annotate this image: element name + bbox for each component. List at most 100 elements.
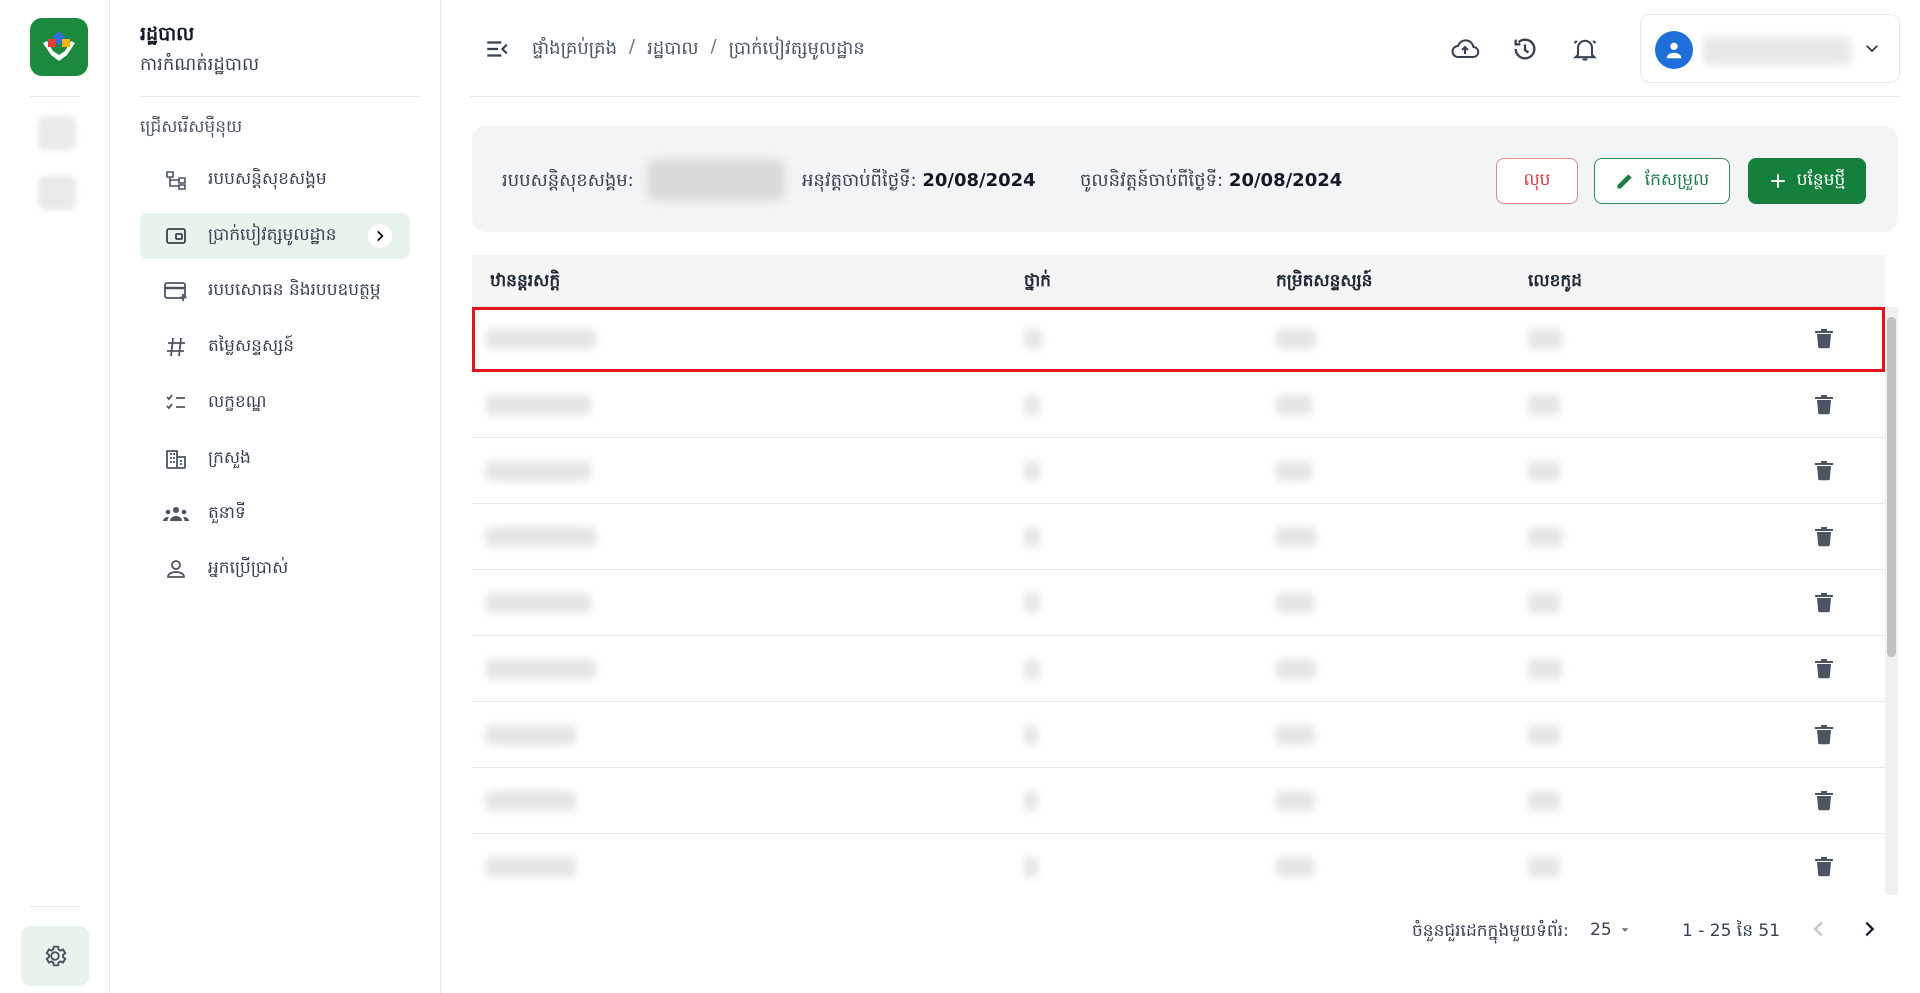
delete-row-button[interactable] [1812,855,1836,879]
pencil-icon [1617,174,1632,189]
table-header: ឋានន្តរសក្តិ ថ្នាក់ កម្រិតសន្ទស្សន៍ លេខក… [472,255,1885,307]
delete-button[interactable]: លុប [1496,158,1578,204]
table-row[interactable] [472,637,1885,702]
delete-row-button[interactable] [1812,327,1836,351]
table-row[interactable] [472,835,1885,895]
checklist-icon [162,389,190,417]
menu-item-base-salary[interactable]: ប្រាក់បៀវត្សមូលដ្ឋាន [140,213,410,259]
cell-code-blurred [1528,461,1560,481]
menu-open-icon [487,41,508,57]
panel-title: រដ្ឋបាល [140,23,195,45]
cell-code-blurred [1528,593,1560,613]
table-row[interactable] [472,307,1885,372]
delete-row-button[interactable] [1812,393,1836,417]
menu-item-label: ប្រាក់បៀវត្សមូលដ្ឋាន [208,224,337,245]
rail-item-blurred[interactable] [38,176,76,210]
enforce-date-value: 20/08/2024 [1228,170,1343,191]
hierarchy-icon [162,166,190,194]
rows-per-page-label: ចំនួនជួរដេកក្នុងមួយទំព័រ: [1412,921,1569,941]
app-logo[interactable] [30,18,88,76]
delete-row-button[interactable] [1812,459,1836,483]
settings-button[interactable] [21,926,89,986]
breadcrumb-dashboard[interactable]: ផ្ទាំងគ្រប់គ្រង [532,36,617,63]
menu-item-conditions[interactable]: លក្ខខណ្ឌ [140,380,410,426]
menu-item-pension[interactable]: របបសោធន និងរបបឧបត្ថម្ភ [140,268,410,314]
rail-divider [30,906,80,907]
previous-page-button[interactable] [1808,918,1830,944]
trash-icon [1815,791,1833,811]
cell-rank-blurred [486,857,576,877]
breadcrumb-admin[interactable]: រដ្ឋបាល [647,36,698,63]
breadcrumb-current: ប្រាក់បៀវត្សមូលដ្ឋាន [728,38,865,59]
user-icon [162,555,190,583]
menu-item-label: របបសោធន និងរបបឧបត្ថម្ភ [208,279,381,300]
cell-class-blurred [1024,593,1040,613]
rail-item-blurred[interactable] [38,116,76,150]
rows-per-page-select[interactable]: 25 [1590,920,1632,940]
notifications-button[interactable] [1570,34,1600,64]
history-button[interactable] [1510,34,1540,64]
cell-class-blurred [1024,791,1038,811]
column-header-index-level[interactable]: កម្រិតសន្ទស្សន៍ [1276,270,1372,295]
gear-icon [45,945,67,967]
table-row[interactable] [472,439,1885,504]
column-header-rank[interactable]: ឋានន្តរសក្តិ [490,270,560,295]
menu-collapse-button[interactable] [484,36,510,66]
trash-icon [1815,659,1833,679]
cell-code-blurred [1528,659,1562,679]
menu-item-ministry[interactable]: ក្រសួង [140,436,410,482]
column-header-code[interactable]: លេខកូដ [1528,270,1582,295]
wallet-icon [162,222,190,250]
plus-icon [1770,174,1785,188]
delete-row-button[interactable] [1812,657,1836,681]
menu-item-label: តួនាទី [208,502,246,523]
cell-index-blurred [1276,329,1316,349]
chevron-right-icon [368,224,392,248]
cell-rank-blurred [486,659,596,679]
admin-submenu: រដ្ឋបាល ការកំណត់រដ្ឋបាល ជ្រើសរើសម៉ឺនុយ រ… [110,0,441,993]
cell-class-blurred [1024,659,1040,679]
menu-item-users[interactable]: អ្នកប្រើប្រាស់ [140,546,410,592]
chevron-down-icon [1863,39,1881,61]
top-bar: ផ្ទាំងគ្រប់គ្រង / រដ្ឋបាល / ប្រាក់បៀវត្ស… [470,0,1900,97]
delete-row-button[interactable] [1812,723,1836,747]
trash-icon [1815,329,1833,349]
menu-item-social-security[interactable]: របបសន្តិសុខសង្គម [140,157,410,203]
upload-button[interactable] [1450,34,1480,64]
next-page-button[interactable] [1858,918,1880,944]
cell-code-blurred [1528,725,1560,745]
cell-rank-blurred [486,329,596,349]
edit-button[interactable]: កែសម្រួល [1594,158,1730,204]
menu-item-roles[interactable]: តួនាទី [140,491,410,537]
scheme-label: របបសន្តិសុខសង្គម: [502,170,634,191]
table-scrollbar[interactable] [1885,307,1898,895]
menu-item-label: ក្រសួង [208,447,251,468]
effective-date-label: អនុវត្តចាប់ពីថ្ងៃទី: 20/08/2024 [802,168,1036,195]
trash-icon [1815,527,1833,547]
table-row[interactable] [472,703,1885,768]
cell-class-blurred [1024,461,1040,481]
table-row[interactable] [472,505,1885,570]
cell-index-blurred [1276,791,1314,811]
table-row[interactable] [472,571,1885,636]
column-header-class[interactable]: ថ្នាក់ [1024,270,1051,295]
scheme-value-blurred [648,160,784,200]
cell-class-blurred [1024,857,1038,877]
chevron-right-icon [1865,921,1875,937]
delete-row-button[interactable] [1812,591,1836,615]
user-menu[interactable] [1640,14,1900,83]
breadcrumb-separator: / [710,36,717,57]
delete-row-button[interactable] [1812,789,1836,813]
avatar [1655,31,1693,69]
trash-icon [1815,725,1833,745]
cell-code-blurred [1528,791,1560,811]
table-row[interactable] [472,769,1885,834]
cell-code-blurred [1528,857,1560,877]
delete-row-button[interactable] [1812,525,1836,549]
table-row[interactable] [472,373,1885,438]
effective-date-value: 20/08/2024 [922,170,1036,191]
menu-item-index-value[interactable]: តម្លៃសន្ទស្សន៍ [140,324,410,370]
add-new-button[interactable]: បន្ថែមថ្មី [1748,158,1866,204]
cell-code-blurred [1528,329,1562,349]
scrollbar-thumb[interactable] [1887,317,1896,657]
